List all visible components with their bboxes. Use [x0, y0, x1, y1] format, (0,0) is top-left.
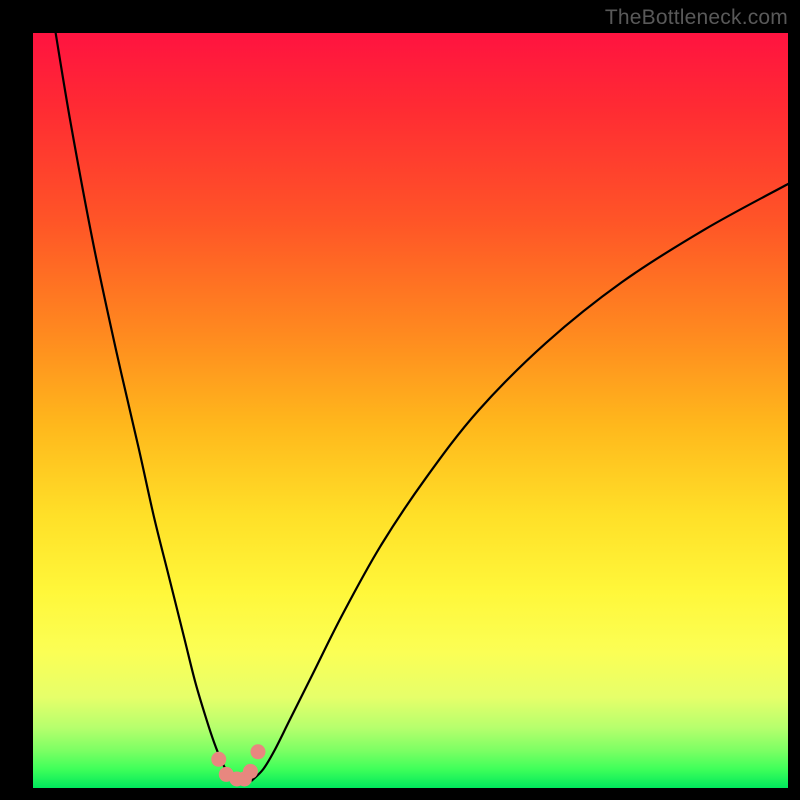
- curve-left-branch: [56, 33, 233, 780]
- minimum-markers: [211, 744, 265, 786]
- curve-layer: [33, 33, 788, 788]
- plot-area: [33, 33, 788, 788]
- marker-point: [243, 764, 258, 779]
- curve-right-branch: [252, 184, 788, 780]
- marker-point: [250, 744, 265, 759]
- chart-frame: TheBottleneck.com: [0, 0, 800, 800]
- marker-point: [211, 752, 226, 767]
- watermark-text: TheBottleneck.com: [605, 6, 788, 30]
